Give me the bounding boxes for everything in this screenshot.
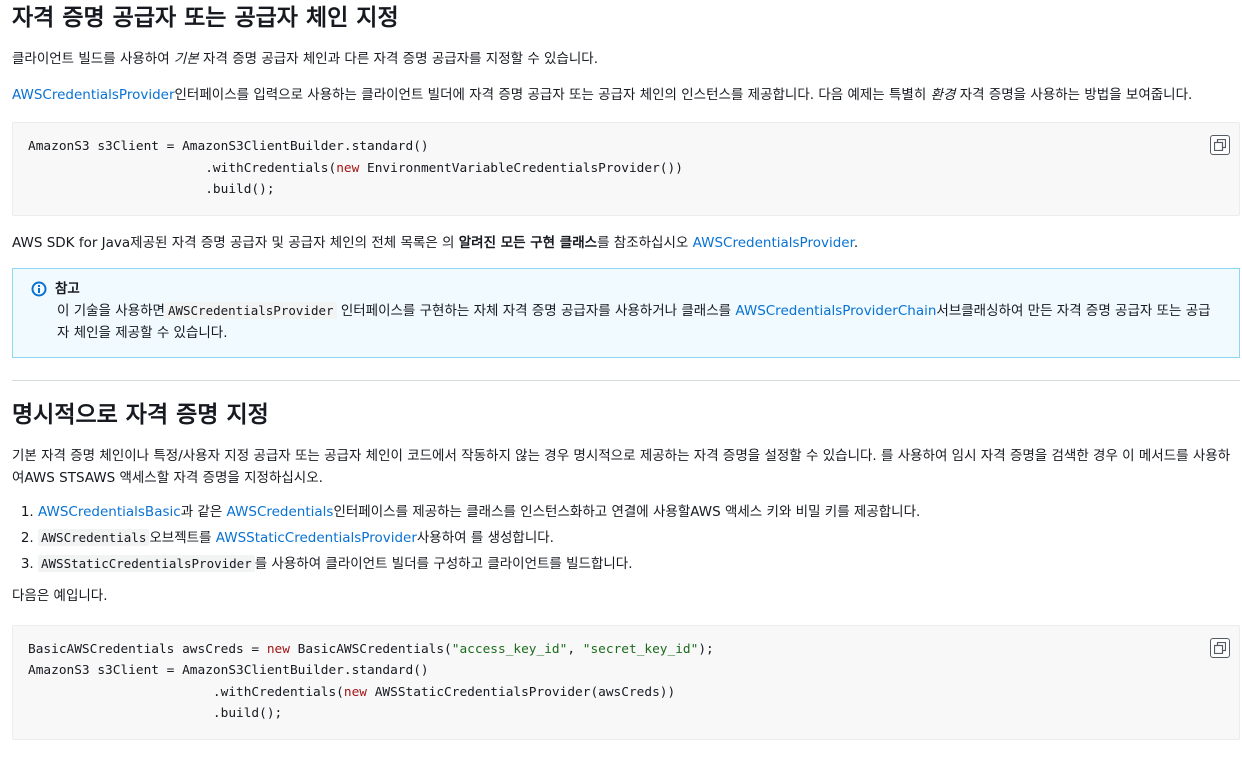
code-line: .withCredentials(new EnvironmentVariable… (28, 160, 683, 176)
provider-paragraph: AWSCredentialsProvider인터페이스를 입력으로 사용하는 클… (12, 87, 1193, 103)
note-box: 참고 이 기술을 사용하면 AWSCredentialsProvider 인터페이… (12, 267, 1240, 358)
copy-icon (1214, 139, 1226, 151)
awsstaticcredentialsprovider-link[interactable]: AWSStaticCredentialsProvider (216, 530, 417, 546)
code-line: .build(); (28, 706, 283, 721)
inline-code: AWSCredentialsProvider (164, 301, 337, 319)
info-icon (31, 281, 47, 296)
code-line: AmazonS3 s3Client = AmazonS3ClientBuilde… (28, 139, 429, 154)
intro-paragraph: 클라이언트 빌드를 사용하여 기본 자격 증명 공급자 체인과 다른 자격 증명… (12, 51, 599, 67)
example-intro: 다음은 예입니다. (12, 587, 108, 604)
section-title-2: 명시적으로 자격 증명 지정 (12, 401, 269, 428)
implementations-paragraph: AWS SDK for Java제공된 자격 증명 공급자 및 공급자 체인의 … (12, 234, 859, 251)
awscredentialsbasic-link[interactable]: AWSCredentialsBasic (38, 504, 181, 520)
inline-code: AWSStaticCredentialsProvider (38, 554, 255, 572)
awscredentialsprovider-link[interactable]: AWSCredentialsProvider (12, 87, 175, 103)
list-item: AWSCredentialsBasic과 같은 AWSCredentials인터… (38, 499, 1240, 525)
code-example-2: BasicAWSCredentials awsCreds = new Basic… (12, 624, 1240, 740)
copy-button[interactable] (1210, 135, 1230, 155)
section-divider (12, 379, 1240, 381)
copy-button[interactable] (1210, 637, 1230, 658)
awscredentialsprovider-doc-link[interactable]: AWSCredentialsProvider (693, 235, 854, 251)
inline-code: AWSCredentials (38, 528, 150, 546)
note-body: 이 기술을 사용하면 AWSCredentialsProvider 인터페이스를 … (57, 301, 1211, 341)
list-item: AWSCredentials오브젝트를 AWSStaticCredentials… (38, 525, 1240, 551)
list-item: AWSStaticCredentialsProvider를 사용하여 클라이언트… (38, 551, 1240, 577)
code-line: .withCredentials(new AWSStaticCredential… (28, 684, 676, 700)
explicit-paragraph: 기본 자격 증명 체인이나 특정/사용자 지정 공급자 또는 공급자 체인이 코… (12, 447, 1231, 486)
code-line: AmazonS3 s3Client = AmazonS3ClientBuilde… (28, 663, 429, 678)
providerchain-link[interactable]: AWSCredentialsProviderChain (735, 303, 936, 319)
code-line: .build(); (28, 182, 275, 197)
note-header: 참고 (31, 278, 1221, 300)
awscredentials-link[interactable]: AWSCredentials (227, 504, 334, 520)
copy-icon (1214, 641, 1226, 654)
note-title: 참고 (55, 280, 80, 297)
steps-list: AWSCredentialsBasic과 같은 AWSCredentials인터… (12, 499, 1240, 577)
section-title: 자격 증명 공급자 또는 공급자 체인 지정 (12, 5, 399, 31)
page: 자격 증명 공급자 또는 공급자 체인 지정 클라이언트 빌드를 사용하여 기본… (0, 0, 1240, 740)
code-example-1: AmazonS3 s3Client = AmazonS3ClientBuilde… (12, 122, 1240, 216)
code-line: BasicAWSCredentials awsCreds = new Basic… (28, 641, 714, 657)
